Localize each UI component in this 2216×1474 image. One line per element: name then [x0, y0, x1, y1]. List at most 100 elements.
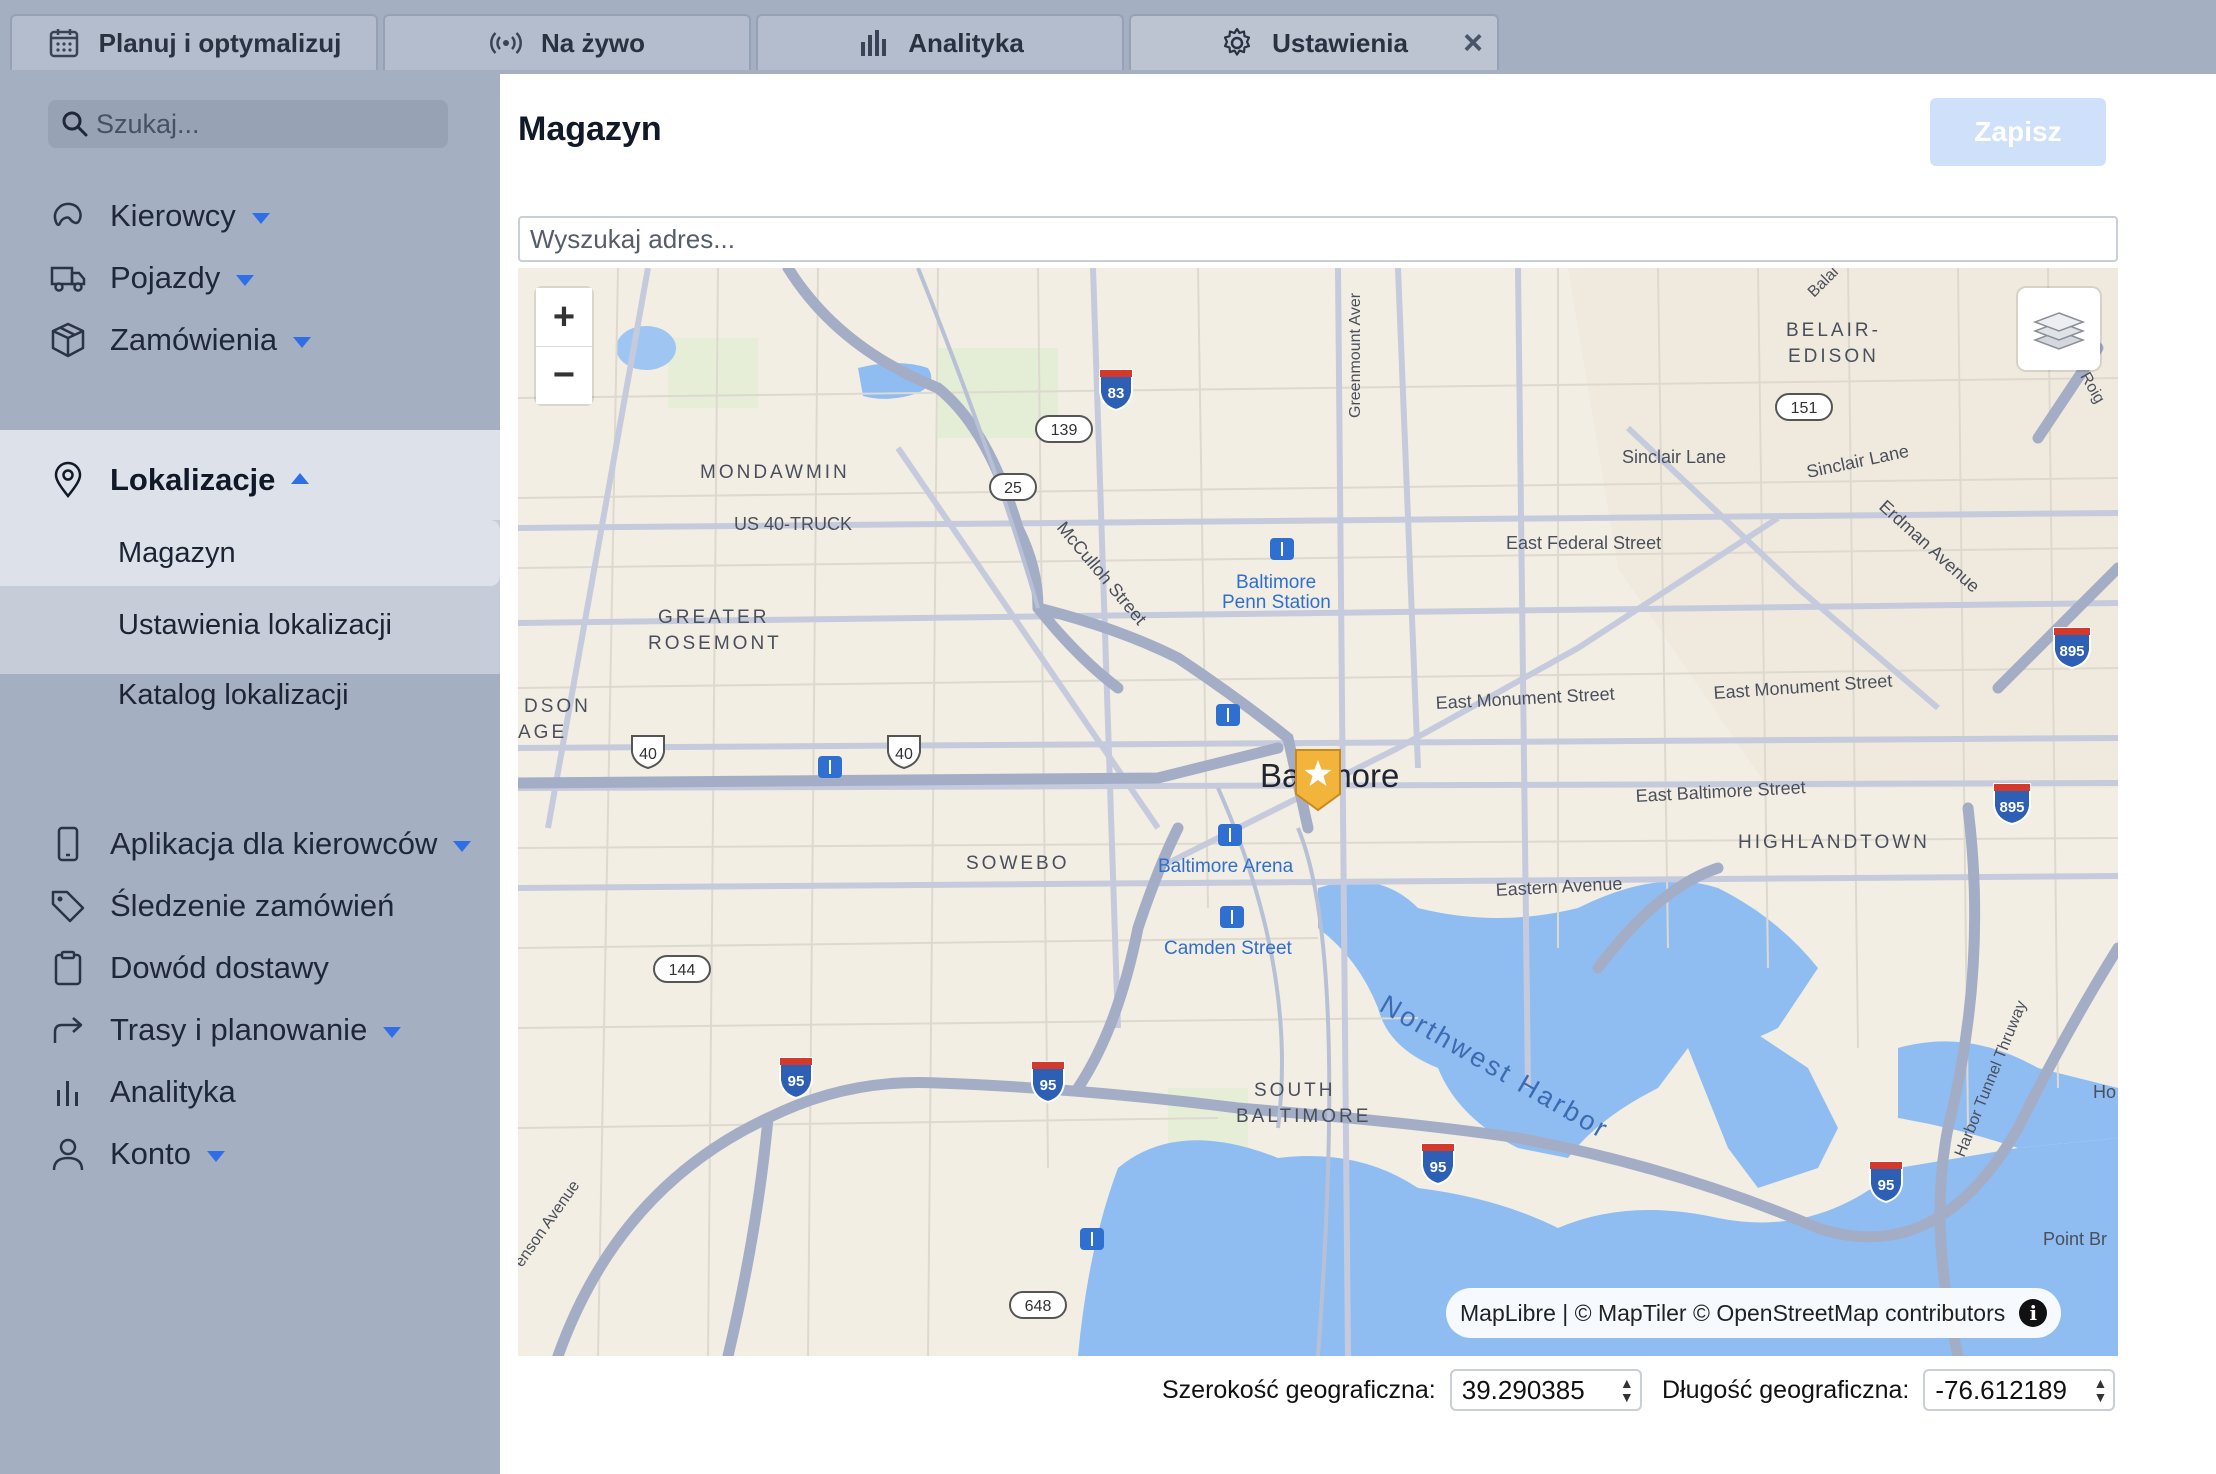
map-label-sinclair-1: Sinclair Lane [1622, 447, 1726, 467]
shield-r151: 151 [1791, 400, 1818, 417]
map-label-penn-2: Penn Station [1222, 592, 1331, 613]
map-label-ho: Ho [2093, 1082, 2116, 1102]
map-label-age: AGE [518, 722, 567, 743]
sidebar-item-label: Zamówienia [110, 322, 278, 357]
map-label-belair-2: EDISON [1788, 346, 1879, 367]
broadcast-icon [490, 32, 522, 54]
tab-settings[interactable]: Ustawienia × [1129, 14, 1499, 70]
sidebar-item-driver-app[interactable]: Aplikacja dla kierowców [0, 814, 500, 874]
page-title: Magazyn [518, 110, 662, 148]
map-label-point: Point Br [2043, 1229, 2107, 1249]
map-attribution: MapLibre | © MapTiler © OpenStreetMap co… [1446, 1288, 2062, 1338]
map-label-south-baltimore-1: SOUTH [1254, 1080, 1336, 1101]
shield-r25: 25 [1004, 480, 1022, 497]
search-icon [62, 111, 88, 137]
tab-live[interactable]: Na żywo [383, 14, 751, 70]
calendar-icon [49, 29, 78, 58]
clipboard-icon [54, 950, 82, 986]
map-label-east-federal: East Federal Street [1506, 533, 1661, 553]
tab-plan-optimize[interactable]: Planuj i optymalizuj [10, 14, 378, 70]
sidebar-item-label: Kierowcy [110, 198, 236, 233]
save-button[interactable]: Zapisz [1930, 98, 2106, 166]
warehouse-marker-icon[interactable] [1292, 746, 1344, 812]
sidebar-item-proof-of-delivery[interactable]: Dowód dostawy [0, 938, 500, 998]
chevron-down-icon [236, 274, 255, 286]
sidebar-item-label: Analityka [110, 1074, 236, 1109]
chevron-down-icon [207, 1150, 226, 1162]
map-label-arena: Baltimore Arena [1158, 856, 1294, 877]
address-search-input[interactable] [518, 216, 2118, 262]
shield-i95-mid: 95 [1040, 1077, 1057, 1094]
shield-us40-east: 40 [895, 746, 913, 763]
shield-r144: 144 [669, 962, 696, 979]
sidebar-item-label: Pojazdy [110, 260, 221, 295]
zoom-out-button[interactable]: − [536, 346, 592, 404]
latitude-input[interactable]: 39.290385 ▲ ▼ [1449, 1369, 1642, 1411]
shield-i895-north: 895 [2059, 643, 2084, 660]
chevron-down-icon [251, 212, 270, 224]
tab-label: Planuj i optymalizuj [98, 27, 342, 58]
shield-i95-south: 95 [1430, 1159, 1447, 1176]
longitude-label: Długość geograficzna: [1662, 1375, 1910, 1404]
tab-bar: Planuj i optymalizuj Na żywo Analityka U… [0, 0, 2216, 74]
map-label-penn-1: Baltimore [1236, 572, 1316, 593]
sidebar-search[interactable] [48, 100, 448, 148]
tab-analytics[interactable]: Analityka [756, 14, 1124, 70]
bar-chart-icon [57, 1081, 78, 1106]
map-layers-button[interactable] [2018, 288, 2100, 370]
search-input[interactable] [96, 108, 426, 140]
map[interactable]: MONDAWMIN GREATER ROSEMONT DSON AGE SOWE… [518, 268, 2118, 1356]
sidebar-item-drivers[interactable]: Kierowcy [0, 186, 500, 246]
longitude-value: -76.612189 [1935, 1374, 2067, 1405]
spinner-icon[interactable]: ▲ ▼ [1620, 1376, 1634, 1404]
sidebar-subitem-location-settings[interactable]: Ustawienia lokalizacji [0, 592, 500, 658]
map-label-greenmount: Greenmount Aver [1347, 292, 1364, 418]
sidebar-item-locations[interactable]: Lokalizacje [0, 450, 500, 510]
map-label-greater-rosemont-2: ROSEMONT [648, 633, 782, 654]
layers-icon [2032, 312, 2086, 350]
tab-label: Analityka [908, 27, 1024, 58]
close-tab-icon[interactable]: × [1463, 26, 1483, 60]
sidebar-subitem-location-catalog[interactable]: Katalog lokalizacji [0, 662, 500, 728]
longitude-row: Długość geograficzna: -76.612189 ▲ ▼ [1662, 1369, 2116, 1411]
sidebar-item-label: Konto [110, 1136, 192, 1171]
chevron-down-icon [293, 336, 312, 348]
longitude-input[interactable]: -76.612189 ▲ ▼ [1923, 1369, 2116, 1411]
sidebar-subitem-label: Ustawienia lokalizacji [118, 608, 392, 641]
info-icon[interactable]: i [2019, 1299, 2048, 1327]
map-canvas: MONDAWMIN GREATER ROSEMONT DSON AGE SOWE… [518, 268, 2118, 1356]
sidebar-item-order-tracking[interactable]: Śledzenie zamówień [0, 876, 500, 936]
attribution-text[interactable]: MapLibre | © MapTiler © OpenStreetMap co… [1460, 1300, 2005, 1327]
tab-label: Na żywo [540, 27, 646, 58]
latitude-label: Szerokość geograficzna: [1162, 1375, 1436, 1404]
latitude-row: Szerokość geograficzna: 39.290385 ▲ ▼ [1162, 1369, 1642, 1411]
shield-i95-west: 95 [788, 1073, 805, 1090]
spinner-icon[interactable]: ▲ ▼ [2094, 1376, 2108, 1404]
sidebar-item-label: Lokalizacje [110, 462, 276, 497]
sidebar-item-account[interactable]: Konto [0, 1124, 500, 1184]
shield-us40-west: 40 [639, 746, 657, 763]
zoom-in-button[interactable]: + [536, 288, 592, 346]
sidebar-item-orders[interactable]: Zamówienia [0, 310, 500, 370]
gear-icon [1223, 27, 1251, 56]
shield-i83: 83 [1108, 385, 1125, 402]
shield-r648: 648 [1025, 1298, 1052, 1315]
bar-chart-icon [861, 30, 887, 56]
map-label-south-baltimore-2: BALTIMORE [1236, 1106, 1371, 1127]
route-arrow-icon [53, 1017, 83, 1043]
map-label-camden: Camden Street [1164, 938, 1293, 959]
sidebar-item-vehicles[interactable]: Pojazdy [0, 248, 500, 308]
sidebar-item-label: Aplikacja dla kierowców [110, 826, 438, 861]
sidebar-item-analytics[interactable]: Analityka [0, 1062, 500, 1122]
sidebar-item-label: Trasy i planowanie [110, 1012, 368, 1047]
latitude-value: 39.290385 [1461, 1374, 1585, 1405]
sidebar-item-routes[interactable]: Trasy i planowanie [0, 1000, 500, 1060]
chevron-down-icon [383, 1026, 402, 1038]
chevron-down-icon [453, 840, 472, 852]
sidebar-subitem-warehouse[interactable]: Magazyn [0, 520, 500, 586]
map-label-highlandtown: HIGHLANDTOWN [1738, 832, 1930, 853]
truck-icon [50, 266, 86, 292]
map-label-us40truck: US 40-TRUCK [734, 514, 852, 534]
sidebar-item-label: Dowód dostawy [110, 950, 329, 985]
chevron-up-icon [291, 472, 310, 484]
